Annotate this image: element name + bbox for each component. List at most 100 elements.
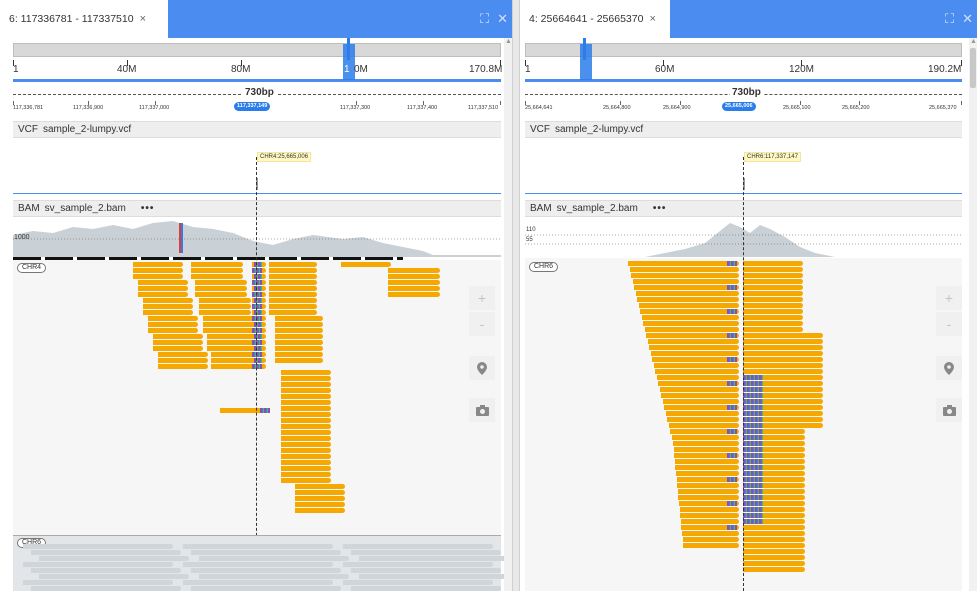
aligned-read[interactable] — [662, 399, 739, 404]
aligned-read[interactable] — [743, 345, 823, 350]
aligned-read[interactable] — [252, 358, 266, 363]
aligned-read[interactable] — [743, 363, 823, 368]
mate-read[interactable] — [183, 562, 333, 567]
aligned-read[interactable] — [678, 495, 739, 500]
aligned-read[interactable] — [191, 274, 243, 279]
read-alignment-area[interactable]: CHR6 + - — [525, 157, 962, 591]
aligned-read[interactable] — [269, 304, 317, 309]
aligned-read[interactable] — [650, 351, 739, 356]
aligned-read[interactable] — [295, 484, 345, 489]
aligned-read[interactable] — [743, 495, 805, 500]
mate-read[interactable] — [359, 556, 509, 561]
aligned-read[interactable] — [153, 340, 203, 345]
aligned-read[interactable] — [743, 279, 803, 284]
aligned-read[interactable] — [743, 507, 805, 512]
aligned-read[interactable] — [133, 268, 183, 273]
camera-icon[interactable] — [936, 398, 962, 422]
aligned-read[interactable] — [295, 496, 345, 501]
aligned-read[interactable] — [743, 555, 805, 560]
aligned-read[interactable] — [220, 408, 270, 413]
aligned-read[interactable] — [743, 483, 805, 488]
aligned-read[interactable] — [281, 388, 331, 393]
aligned-read[interactable] — [281, 448, 331, 453]
aligned-read[interactable] — [743, 399, 823, 404]
aligned-read[interactable] — [195, 280, 247, 285]
mate-read[interactable] — [31, 586, 181, 591]
aligned-read[interactable] — [640, 309, 739, 314]
aligned-read[interactable] — [743, 465, 805, 470]
aligned-read[interactable] — [682, 531, 739, 536]
aligned-read[interactable] — [743, 489, 805, 494]
aligned-read[interactable] — [743, 339, 823, 344]
aligned-read[interactable] — [199, 298, 251, 303]
aligned-read[interactable] — [676, 471, 739, 476]
mate-read[interactable] — [351, 568, 501, 573]
aligned-read[interactable] — [743, 297, 803, 302]
aligned-read[interactable] — [143, 298, 193, 303]
aligned-read[interactable] — [133, 262, 183, 267]
aligned-read[interactable] — [269, 292, 317, 297]
aligned-read[interactable] — [743, 525, 805, 530]
aligned-read[interactable] — [661, 393, 739, 398]
aligned-read[interactable] — [252, 322, 266, 327]
aligned-read[interactable] — [275, 334, 323, 339]
mate-read[interactable] — [31, 550, 181, 555]
aligned-read[interactable] — [743, 375, 823, 380]
aligned-read[interactable] — [743, 315, 803, 320]
aligned-read[interactable] — [281, 406, 331, 411]
aligned-read[interactable] — [743, 435, 805, 440]
track-menu-button[interactable]: ••• — [653, 203, 667, 214]
panel-scrollbar[interactable]: ▲ — [969, 38, 977, 591]
mate-read[interactable] — [23, 544, 173, 549]
aligned-read[interactable] — [680, 519, 739, 524]
aligned-read[interactable] — [683, 543, 739, 548]
mate-read[interactable] — [199, 574, 349, 579]
chromosome-ideogram[interactable] — [13, 38, 501, 60]
aligned-read[interactable] — [252, 310, 266, 315]
aligned-read[interactable] — [191, 268, 243, 273]
mate-read[interactable] — [23, 562, 173, 567]
aligned-read[interactable] — [148, 322, 198, 327]
vcf-track[interactable]: CHR4:25,665,006 — [13, 138, 501, 194]
aligned-read[interactable] — [743, 543, 805, 548]
aligned-read[interactable] — [281, 370, 331, 375]
aligned-read[interactable] — [281, 376, 331, 381]
chromosome-ruler[interactable]: 1 60M 120M 190.2M — [525, 44, 962, 82]
aligned-read[interactable] — [252, 298, 266, 303]
aligned-read[interactable] — [743, 453, 805, 458]
panel-scrollbar[interactable]: ▲ — [504, 38, 512, 591]
aligned-read[interactable] — [158, 364, 208, 369]
aligned-read[interactable] — [281, 400, 331, 405]
aligned-read[interactable] — [743, 285, 803, 290]
aligned-read[interactable] — [743, 357, 823, 362]
close-panel-icon[interactable]: ✕ — [497, 12, 508, 25]
aligned-read[interactable] — [682, 537, 739, 542]
aligned-read[interactable] — [743, 411, 823, 416]
coverage-track[interactable]: 1000 — [13, 217, 501, 257]
position-ruler[interactable]: 730bp 117,336,781 117,336,900 117,337,00… — [13, 87, 501, 117]
aligned-read[interactable] — [644, 327, 739, 332]
mate-read[interactable] — [343, 562, 493, 567]
track-menu-button[interactable]: ••• — [141, 203, 155, 214]
aligned-read[interactable] — [674, 459, 739, 464]
aligned-read[interactable] — [655, 369, 739, 374]
aligned-read[interactable] — [252, 280, 266, 285]
aligned-read[interactable] — [252, 286, 266, 291]
aligned-read[interactable] — [281, 430, 331, 435]
aligned-read[interactable] — [652, 357, 739, 362]
aligned-read[interactable] — [138, 292, 188, 297]
aligned-read[interactable] — [275, 352, 323, 357]
aligned-read[interactable] — [153, 346, 203, 351]
aligned-read[interactable] — [269, 268, 317, 273]
aligned-read[interactable] — [647, 339, 739, 344]
aligned-read[interactable] — [676, 477, 739, 482]
zoom-out-button[interactable]: - — [469, 312, 495, 336]
aligned-read[interactable] — [743, 261, 803, 266]
aligned-read[interactable] — [388, 286, 440, 291]
mate-read[interactable] — [351, 550, 501, 555]
aligned-read[interactable] — [743, 351, 823, 356]
mate-read[interactable] — [351, 586, 501, 591]
aligned-read[interactable] — [199, 304, 251, 309]
aligned-read[interactable] — [681, 525, 739, 530]
aligned-read[interactable] — [743, 567, 805, 572]
